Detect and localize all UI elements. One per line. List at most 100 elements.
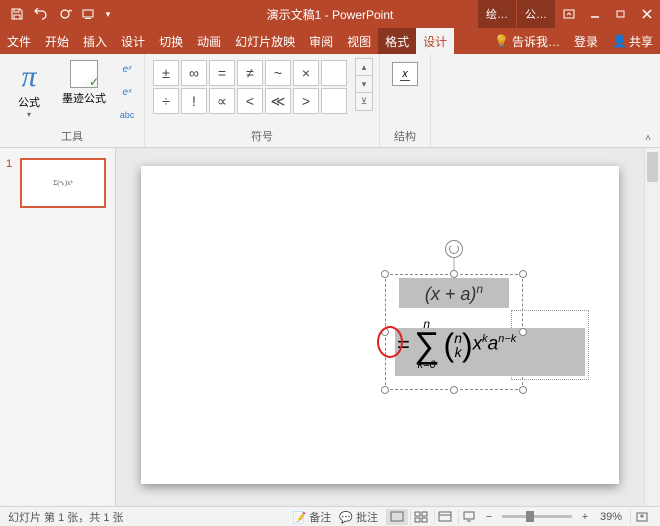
resize-handle-br[interactable] [519,386,527,394]
slide-counter[interactable]: 幻灯片 第 1 张，共 1 张 [8,509,124,525]
tab-format[interactable]: 格式 [378,28,416,54]
symbol-proportional[interactable]: ∝ [209,88,235,114]
group-label-tools: 工具 [6,127,138,145]
symbol-tilde[interactable]: ~ [265,60,291,86]
zoom-in-button[interactable]: + [578,511,592,523]
tab-slideshow[interactable]: 幻灯片放映 [228,28,302,54]
rotate-handle[interactable] [445,240,463,258]
tab-file[interactable]: 文件 [0,28,38,54]
tab-design[interactable]: 设计 [114,28,152,54]
group-label-structures: 结构 [386,127,424,145]
symbol-divide[interactable]: ÷ [153,88,179,114]
symbol-equals[interactable]: = [209,60,235,86]
tell-me[interactable]: 💡告诉我… [487,28,567,54]
window-controls [556,0,660,28]
ribbon-display-options-button[interactable] [556,0,582,28]
thumbnail-equation-preview: Σ(ⁿₖ)xᵏ [53,179,73,187]
window-title: 演示文稿1 - PowerPoint [267,6,394,23]
zoom-percent[interactable]: 39% [600,511,622,523]
slideshow-view-button[interactable] [458,509,480,525]
resize-handle-tl[interactable] [381,270,389,278]
symbol-infinity[interactable]: ∞ [181,60,207,86]
symbol-scroll-down[interactable]: ▾ [356,76,372,93]
equation-button[interactable]: π 公式 ▾ [6,58,52,121]
tab-transitions[interactable]: 切换 [152,28,190,54]
symbol-empty1[interactable] [321,60,347,86]
restore-button[interactable] [608,0,634,28]
minimize-button[interactable] [582,0,608,28]
signin-button[interactable]: 登录 [567,28,605,54]
normal-view-button[interactable] [386,509,408,525]
fit-to-window-button[interactable] [630,509,652,525]
fraction-icon: x [392,62,418,86]
resize-handle-tm[interactable] [450,270,458,278]
slide-editor[interactable]: (x + a)n = n ∑ k=0 ( [116,148,644,506]
equation-body: = n ∑ k=0 ( n k ) [397,318,516,371]
resize-handle-bm[interactable] [450,386,458,394]
save-button[interactable] [6,3,28,25]
symbol-greaterthan[interactable]: > [293,88,319,114]
zoom-slider-thumb[interactable] [526,511,534,522]
sorter-view-button[interactable] [410,509,432,525]
resize-handle-mr[interactable] [519,328,527,336]
thumbnail-panel[interactable]: 1 Σ(ⁿₖ)xᵏ [0,148,116,506]
symbol-times[interactable]: × [293,60,319,86]
symbol-muchless[interactable]: ≪ [265,88,291,114]
title-bar: ▾ 演示文稿1 - PowerPoint 绘… 公… [0,0,660,28]
tab-insert[interactable]: 插入 [76,28,114,54]
start-from-beginning-button[interactable] [78,3,100,25]
undo-button[interactable] [30,3,52,25]
tab-home[interactable]: 开始 [38,28,76,54]
share-button[interactable]: 👤共享 [605,28,660,54]
symbol-notequal[interactable]: ≠ [237,60,263,86]
thumbnail-number: 1 [6,158,16,208]
notes-button[interactable]: 📝 备注 [292,509,331,525]
symbol-empty2[interactable] [321,88,347,114]
normal-text-button[interactable]: abc [116,104,138,126]
slide-thumbnail-1[interactable]: 1 Σ(ⁿₖ)xᵏ [6,158,109,208]
reading-view-button[interactable] [434,509,456,525]
qat-customize-button[interactable]: ▾ [102,3,114,25]
symbol-scroll-up[interactable]: ▴ [356,59,372,76]
symbol-factorial[interactable]: ! [181,88,207,114]
slide-canvas[interactable]: (x + a)n = n ∑ k=0 ( [141,166,619,484]
thumbnail-preview[interactable]: Σ(ⁿₖ)xᵏ [20,158,106,208]
tab-equation-design[interactable]: 设计 [416,28,454,54]
annotation-red-circle [377,326,403,358]
tell-me-label: 告诉我… [512,33,560,50]
tab-review[interactable]: 审阅 [302,28,340,54]
close-button[interactable] [634,0,660,28]
document-title: 演示文稿1 - PowerPoint [267,6,394,23]
zoom-slider[interactable] [502,515,572,518]
contextual-tab-drawing[interactable]: 绘… [478,0,517,28]
ribbon-group-tools: π 公式 ▾ 墨迹公式 eˣ eˣ abc 工具 [0,54,145,147]
equation-segment-top: (x + a)n [399,278,509,308]
vertical-scrollbar[interactable] [644,148,660,506]
symbol-gallery: ± ∞ = ≠ ~ × ÷ ! ∝ < ≪ > [151,58,349,116]
symbol-plusminus[interactable]: ± [153,60,179,86]
contextual-tab-equation[interactable]: 公… [517,0,556,28]
collapse-ribbon-button[interactable]: ˄ [640,131,656,145]
status-bar: 幻灯片 第 1 张，共 1 张 📝 备注 💬 批注 − + 39% [0,506,660,526]
redo-button[interactable] [54,3,76,25]
binom-bottom: k [455,345,462,359]
sigma-lower: k=0 [418,360,436,371]
group-label-symbols: 符号 [151,127,373,145]
ink-equation-icon [70,60,98,88]
ink-equation-button[interactable]: 墨迹公式 [56,58,112,108]
eq-tail: xkan−k [473,333,517,355]
ribbon-group-structures: x x/y 结构 [380,54,431,147]
professional-button[interactable]: eˣ [116,58,138,80]
symbol-lessthan[interactable]: < [237,88,263,114]
comments-button[interactable]: 💬 批注 [339,509,378,525]
tab-animations[interactable]: 动画 [190,28,228,54]
tab-view[interactable]: 视图 [340,28,378,54]
symbol-more[interactable]: ⊻ [356,93,372,110]
fraction-button[interactable]: x x/y [386,58,424,90]
linear-button[interactable]: eˣ [116,81,138,103]
equation-object[interactable]: (x + a)n = n ∑ k=0 ( [385,274,523,390]
resize-handle-bl[interactable] [381,386,389,394]
resize-handle-tr[interactable] [519,270,527,278]
zoom-out-button[interactable]: − [482,511,496,523]
scrollbar-thumb[interactable] [647,152,658,182]
